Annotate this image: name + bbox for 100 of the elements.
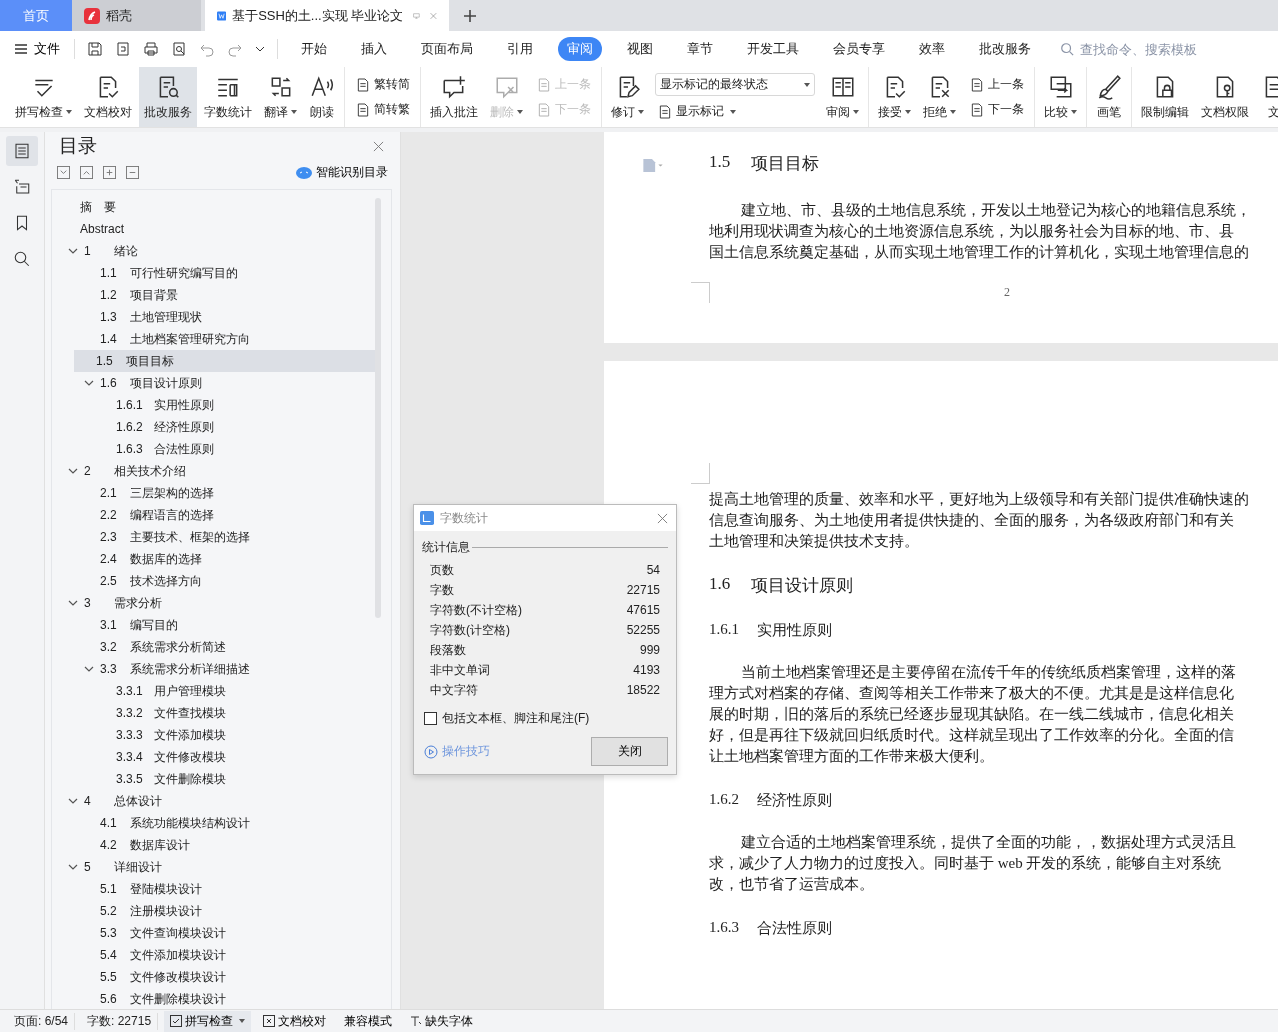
ribbon-button[interactable]: 比较 (1039, 67, 1082, 127)
toc-item[interactable]: 2.3 主要技术、框架的选择 (52, 526, 375, 548)
ribbon-button[interactable]: 拼写检查 (10, 67, 77, 127)
rail-button[interactable] (6, 136, 38, 166)
toc-item[interactable]: 2.5 技术选择方向 (52, 570, 375, 592)
save-icon[interactable] (87, 41, 103, 57)
status-button[interactable]: 缺失字体 (404, 1010, 480, 1032)
print-preview-icon[interactable] (171, 41, 187, 57)
ribbon-button[interactable]: 繁转简 (353, 75, 412, 94)
print-icon[interactable] (143, 41, 159, 57)
toc-item[interactable]: 1 绪论 (52, 240, 375, 262)
page-indicator[interactable]: 页面: 6/54 (8, 1012, 76, 1030)
minus-icon[interactable] (126, 166, 139, 179)
toc-item[interactable]: 3.3.1 用户管理模块 (52, 680, 375, 702)
ribbon-tab[interactable]: 页面布局 (412, 37, 482, 61)
toc-item[interactable]: 5.3 文件查询模块设计 (52, 922, 375, 944)
toc-item[interactable]: 3.3.2 文件查找模块 (52, 702, 375, 724)
toc-item[interactable]: 4.1 系统功能模块结构设计 (52, 812, 375, 834)
chevron-down-icon[interactable] (68, 862, 78, 872)
ribbon-tab[interactable]: 开发工具 (738, 37, 808, 61)
toc-item[interactable]: 5.5 文件修改模块设计 (52, 966, 375, 988)
ribbon-button[interactable]: 接受 (873, 67, 916, 127)
toc-item[interactable]: 3.3 系统需求分析详细描述 (52, 658, 375, 680)
toc-item[interactable]: 1.6.1 实用性原则 (52, 394, 375, 416)
ribbon-button[interactable]: 文档权限 (1196, 67, 1254, 127)
toc-item[interactable]: 5.4 文件添加模块设计 (52, 944, 375, 966)
toc-item[interactable]: 1.3 土地管理现状 (52, 306, 375, 328)
new-tab-icon[interactable] (463, 8, 477, 23)
close-icon[interactable] (657, 512, 668, 524)
ribbon-tab[interactable]: 审阅 (558, 37, 602, 61)
toc-item[interactable]: 2.2 编程语言的选择 (52, 504, 375, 526)
toc-item[interactable]: 摘 要 (52, 196, 375, 218)
markup-dropdown[interactable]: 显示标记的最终状态 (655, 73, 815, 96)
toc-item[interactable]: 5.2 注册模块设计 (52, 900, 375, 922)
ribbon-tab[interactable]: 视图 (618, 37, 662, 61)
toc-item[interactable]: 4 总体设计 (52, 790, 375, 812)
file-menu[interactable]: 文件 (8, 38, 66, 60)
plus-icon[interactable] (103, 166, 116, 179)
window-tab[interactable]: 稻壳 (72, 0, 201, 31)
toc-item[interactable]: 1.2 项目背景 (52, 284, 375, 306)
ribbon-button[interactable]: 上一条 (967, 75, 1026, 94)
toc-item[interactable]: 5 详细设计 (52, 856, 375, 878)
chevron-down-icon[interactable] (68, 246, 78, 256)
toc-item[interactable]: 1.1 可行性研究编写目的 (52, 262, 375, 284)
ribbon-tab[interactable]: 开始 (292, 37, 336, 61)
toc-item[interactable]: 3 需求分析 (52, 592, 375, 614)
ribbon-button[interactable]: 字数统计 (199, 67, 257, 127)
ribbon-tab[interactable]: 章节 (678, 37, 722, 61)
toc-item[interactable]: 1.4 土地档案管理研究方向 (52, 328, 375, 350)
expand-icon[interactable] (57, 166, 70, 179)
ribbon-button[interactable]: 限制编辑 (1136, 67, 1194, 127)
ribbon-button[interactable]: 审阅 (821, 67, 864, 127)
chevron-down-icon[interactable] (255, 44, 265, 54)
toc-item[interactable]: 1.6.2 经济性原则 (52, 416, 375, 438)
collapse-icon[interactable] (80, 166, 93, 179)
toc-item[interactable]: 2.4 数据库的选择 (52, 548, 375, 570)
toc-item[interactable]: 2.1 三层架构的选择 (52, 482, 375, 504)
ribbon-button[interactable]: 拒绝 (918, 67, 961, 127)
ribbon-tab[interactable]: 插入 (352, 37, 396, 61)
toc-item[interactable]: 2 相关技术介绍 (52, 460, 375, 482)
toc-item[interactable]: 3.1 编写目的 (52, 614, 375, 636)
toc-item[interactable]: 1.6 项目设计原则 (52, 372, 375, 394)
status-button[interactable]: 兼容模式 (338, 1010, 399, 1032)
ribbon-tab[interactable]: 效率 (910, 37, 954, 61)
include-checkbox[interactable]: 包括文本框、脚注和尾注(F) (414, 700, 676, 733)
toc-item[interactable]: 3.3.3 文件添加模块 (52, 724, 375, 746)
smart-toc-button[interactable]: 智能识别目录 (296, 164, 388, 181)
word-count-indicator[interactable]: 字数: 22715 (81, 1012, 159, 1030)
ribbon-button[interactable]: 显示标记 (655, 102, 815, 121)
ribbon-button[interactable]: 朗读 (304, 67, 340, 127)
close-button[interactable]: 关闭 (591, 737, 668, 766)
toc-item[interactable]: 1.5 项目目标 (74, 350, 375, 372)
chevron-down-icon[interactable] (84, 664, 94, 674)
ribbon-tab[interactable]: 引用 (498, 37, 542, 61)
chevron-down-icon[interactable] (84, 378, 94, 388)
status-button[interactable]: 文档校对 (257, 1010, 333, 1032)
toc-item[interactable]: 1.6.3 合法性原则 (52, 438, 375, 460)
toc-item[interactable]: 5.6 文件删除模块设计 (52, 988, 375, 1009)
toc-item[interactable]: 4.2 数据库设计 (52, 834, 375, 856)
ribbon-button[interactable]: 文档校对 (79, 67, 137, 127)
toc-item[interactable]: 3.3.4 文件修改模块 (52, 746, 375, 768)
toc-item[interactable]: 3.2 系统需求分析简述 (52, 636, 375, 658)
ribbon-button[interactable]: 修订 (606, 67, 649, 127)
toc-item[interactable]: 3.3.5 文件删除模块 (52, 768, 375, 790)
ribbon-button[interactable]: 简转繁 (353, 100, 412, 119)
checkbox[interactable] (424, 712, 437, 725)
ribbon-tab[interactable]: 会员专享 (824, 37, 894, 61)
chevron-down-icon[interactable] (68, 796, 78, 806)
chevron-down-icon[interactable] (68, 598, 78, 608)
close-icon[interactable] (373, 140, 384, 152)
toc-item[interactable]: 5.1 登陆模块设计 (52, 878, 375, 900)
ribbon-button[interactable]: 画笔 (1091, 67, 1127, 127)
status-button[interactable]: 拼写检查 (164, 1010, 252, 1032)
ribbon-button[interactable]: 插入批注 (425, 67, 483, 127)
toc-item[interactable]: Abstract (52, 218, 375, 240)
ribbon-button[interactable]: 翻译 (259, 67, 302, 127)
chevron-down-icon[interactable] (68, 466, 78, 476)
ribbon-tab[interactable]: 批改服务 (970, 37, 1040, 61)
ribbon-button[interactable]: 下一条 (967, 100, 1026, 119)
ribbon-button[interactable]: 批改服务 (139, 67, 197, 127)
